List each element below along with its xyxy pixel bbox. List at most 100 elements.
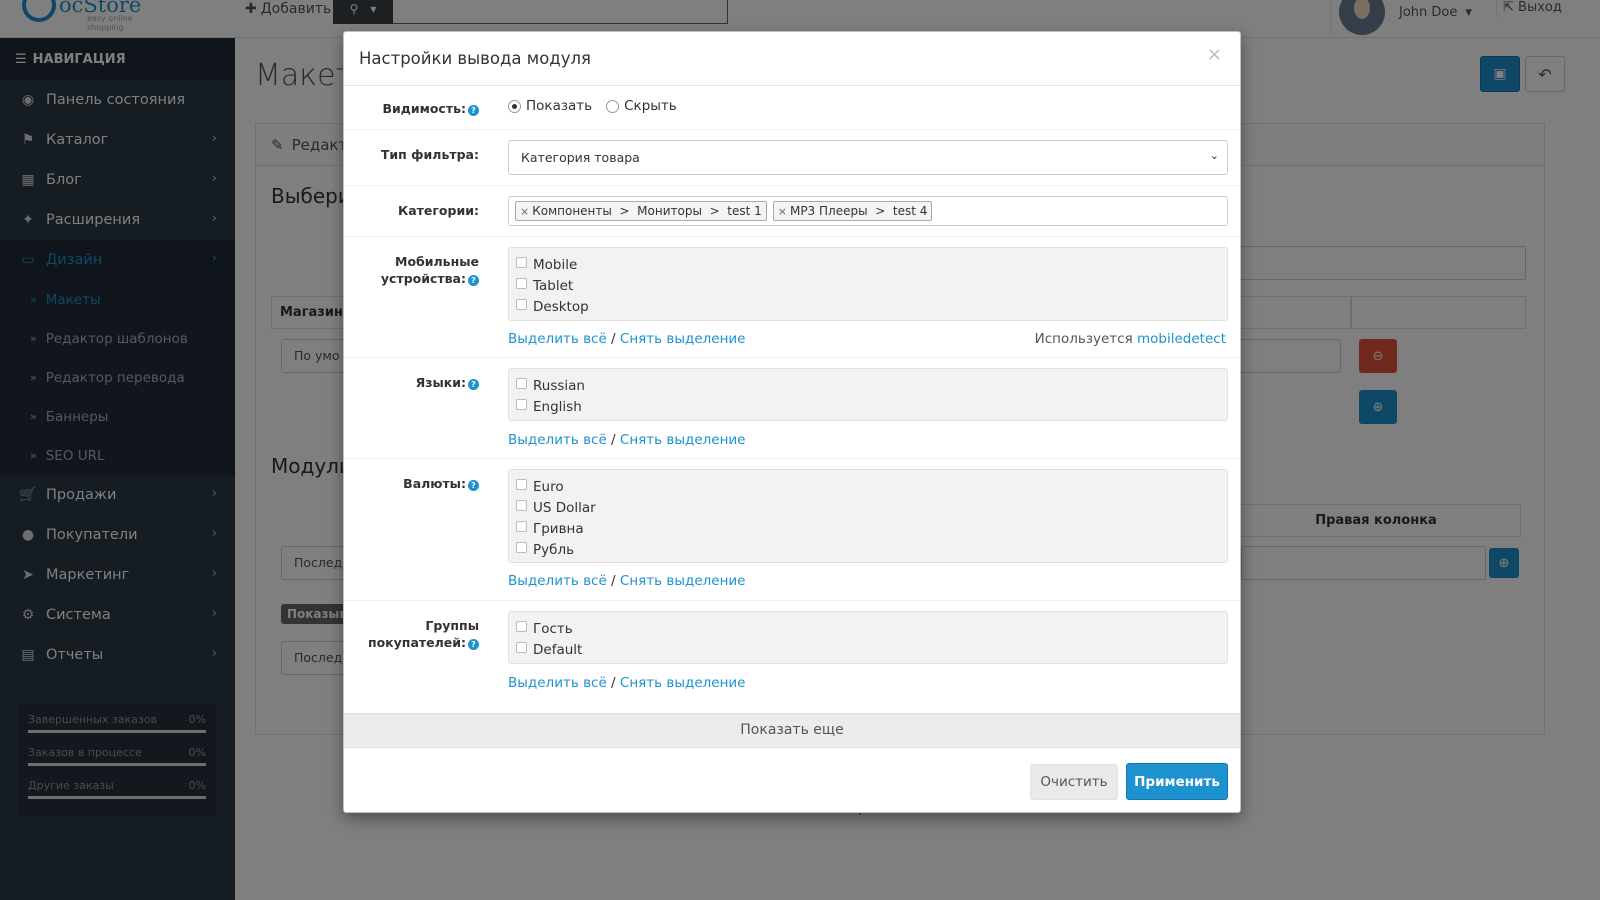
checkbox-label: Desktop — [533, 298, 589, 315]
mobile-devices-checklist: Mobile Tablet Desktop — [508, 247, 1228, 321]
help-icon[interactable]: ? — [468, 275, 479, 286]
languages-row: Языки:? Russian English Выделить всё / С… — [344, 358, 1240, 459]
radio-dot — [606, 99, 620, 113]
deselect-link[interactable]: Снять выделение — [620, 432, 746, 448]
module-settings-modal: Настройки вывода модуля × Видимость:? По… — [343, 31, 1241, 813]
checkbox-desktop[interactable]: Desktop — [516, 296, 1220, 317]
checkbox-us-dollar[interactable]: US Dollar — [516, 497, 1220, 518]
help-icon[interactable]: ? — [468, 480, 479, 491]
category-tag[interactable]: × Компоненты > Мониторы > test 1 — [515, 201, 767, 221]
tag-label: MP3 Плееры > test 4 — [789, 204, 928, 218]
link-separator: / — [606, 675, 620, 691]
languages-checklist: Russian English — [508, 368, 1228, 421]
checkbox-label: Mobile — [533, 256, 578, 273]
checkbox[interactable] — [516, 256, 527, 268]
checkbox-label: Гривна — [533, 520, 584, 537]
mobiledetect-note: Используется mobiledetect — [1035, 331, 1226, 347]
tag-label: Компоненты > Мониторы > test 1 — [532, 204, 762, 218]
currencies-select-links: Выделить всё / Снять выделение — [508, 573, 746, 589]
checkbox-russian[interactable]: Russian — [516, 375, 1220, 396]
chevron-down-icon: ⌄ — [1209, 149, 1219, 162]
checkbox[interactable] — [516, 520, 527, 532]
mobile-devices-label: Мобильные устройства:? — [344, 253, 479, 287]
select-all-link[interactable]: Выделить всё — [508, 432, 607, 448]
remove-tag-icon[interactable]: × — [520, 205, 529, 218]
checkbox[interactable] — [516, 620, 527, 632]
currencies-row: Валюты:? Euro US Dollar Гривна Рубль Выд… — [344, 459, 1240, 601]
categories-tag-input[interactable]: × Компоненты > Мониторы > test 1 × MP3 Пле… — [508, 196, 1228, 226]
filter-type-row: Тип фильтра: Категория товара ⌄ — [344, 130, 1240, 186]
help-icon[interactable]: ? — [468, 639, 479, 650]
groups-select-links: Выделить всё / Снять выделение — [508, 675, 746, 691]
checkbox-label: Default — [533, 641, 583, 658]
help-icon[interactable]: ? — [468, 379, 479, 390]
checkbox-guest[interactable]: Гость — [516, 618, 1220, 639]
label-line: Мобильные — [395, 254, 479, 269]
filter-type-select[interactable]: Категория товара ⌄ — [508, 140, 1228, 175]
modal-header: Настройки вывода модуля × — [344, 32, 1240, 86]
mobiledetect-link[interactable]: mobiledetect — [1137, 331, 1226, 347]
checkbox[interactable] — [516, 298, 527, 310]
checkbox-label: Гость — [533, 620, 573, 637]
mobile-select-links: Выделить всё / Снять выделение — [508, 331, 746, 347]
languages-label-text: Языки: — [415, 375, 466, 390]
checkbox-label: Рубль — [533, 541, 575, 558]
filter-type-label: Тип фильтра: — [380, 147, 479, 162]
radio-label: Показать — [526, 98, 593, 114]
checkbox-default[interactable]: Default — [516, 639, 1220, 660]
label-line: покупателей: — [367, 635, 466, 650]
visibility-show-radio[interactable]: Показать — [508, 98, 592, 114]
visibility-label: Видимость:? — [344, 100, 479, 117]
label-line: устройства: — [380, 271, 466, 286]
checkbox-label: Russian — [533, 377, 585, 394]
checkbox[interactable] — [516, 499, 527, 511]
checkbox[interactable] — [516, 478, 527, 490]
link-separator: / — [606, 432, 620, 448]
customer-groups-checklist: Гость Default — [508, 611, 1228, 664]
checkbox-label: US Dollar — [533, 499, 596, 516]
used-prefix: Используется — [1034, 331, 1138, 347]
deselect-link[interactable]: Снять выделение — [620, 573, 746, 589]
visibility-label-text: Видимость: — [382, 101, 466, 116]
close-icon[interactable]: × — [1207, 44, 1222, 65]
categories-row: Категории: × Компоненты > Мониторы > test… — [344, 186, 1240, 237]
checkbox-label: Tablet — [533, 277, 574, 294]
modal-title: Настройки вывода модуля — [359, 49, 591, 68]
currencies-checklist: Euro US Dollar Гривна Рубль — [508, 469, 1228, 563]
checkbox[interactable] — [516, 541, 527, 553]
checkbox-mobile[interactable]: Mobile — [516, 254, 1220, 275]
categories-label: Категории: — [398, 203, 479, 218]
link-separator: / — [606, 331, 620, 347]
customer-groups-label: Группы покупателей:? — [344, 617, 479, 651]
checkbox[interactable] — [516, 398, 527, 410]
help-icon[interactable]: ? — [468, 105, 479, 116]
clear-button[interactable]: Очистить — [1030, 764, 1118, 800]
select-all-link[interactable]: Выделить всё — [508, 331, 607, 347]
checkbox-ruble[interactable]: Рубль — [516, 539, 1220, 560]
label-line: Группы — [425, 618, 479, 633]
apply-button[interactable]: Применить — [1126, 763, 1228, 800]
checkbox[interactable] — [516, 377, 527, 389]
checkbox[interactable] — [516, 641, 527, 653]
select-all-link[interactable]: Выделить всё — [508, 675, 607, 691]
checkbox-label: Euro — [533, 478, 564, 495]
deselect-link[interactable]: Снять выделение — [620, 675, 746, 691]
checkbox[interactable] — [516, 277, 527, 289]
remove-tag-icon[interactable]: × — [778, 205, 787, 218]
radio-label: Скрыть — [624, 98, 677, 114]
languages-select-links: Выделить всё / Снять выделение — [508, 432, 746, 448]
filter-type-value: Категория товара — [521, 150, 640, 165]
deselect-link[interactable]: Снять выделение — [620, 331, 746, 347]
checkbox-euro[interactable]: Euro — [516, 476, 1220, 497]
checkbox-english[interactable]: English — [516, 396, 1220, 417]
visibility-hide-radio[interactable]: Скрыть — [606, 98, 677, 114]
show-more-button[interactable]: Показать еще — [344, 713, 1240, 748]
checkbox-tablet[interactable]: Tablet — [516, 275, 1220, 296]
radio-dot — [508, 99, 521, 113]
select-all-link[interactable]: Выделить всё — [508, 573, 607, 589]
checkbox-hryvnia[interactable]: Гривна — [516, 518, 1220, 539]
link-separator: / — [606, 573, 620, 589]
category-tag[interactable]: × MP3 Плееры > test 4 — [772, 201, 933, 221]
currencies-label-text: Валюты: — [403, 476, 466, 491]
languages-label: Языки:? — [344, 374, 479, 391]
